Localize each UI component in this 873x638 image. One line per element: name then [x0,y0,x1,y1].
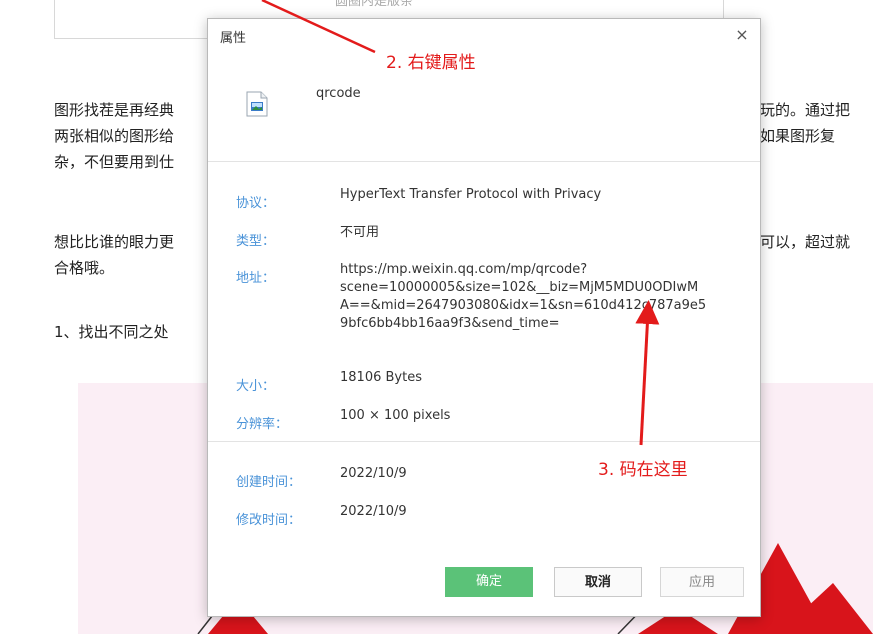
annotation-step3: 3. 码在这里 [598,460,688,480]
arrow-line-step2 [261,0,376,54]
annotation-step2: 2. 右键属性 [386,53,476,73]
arrow-line-step3 [635,300,660,446]
annotation-arrows [261,0,660,446]
